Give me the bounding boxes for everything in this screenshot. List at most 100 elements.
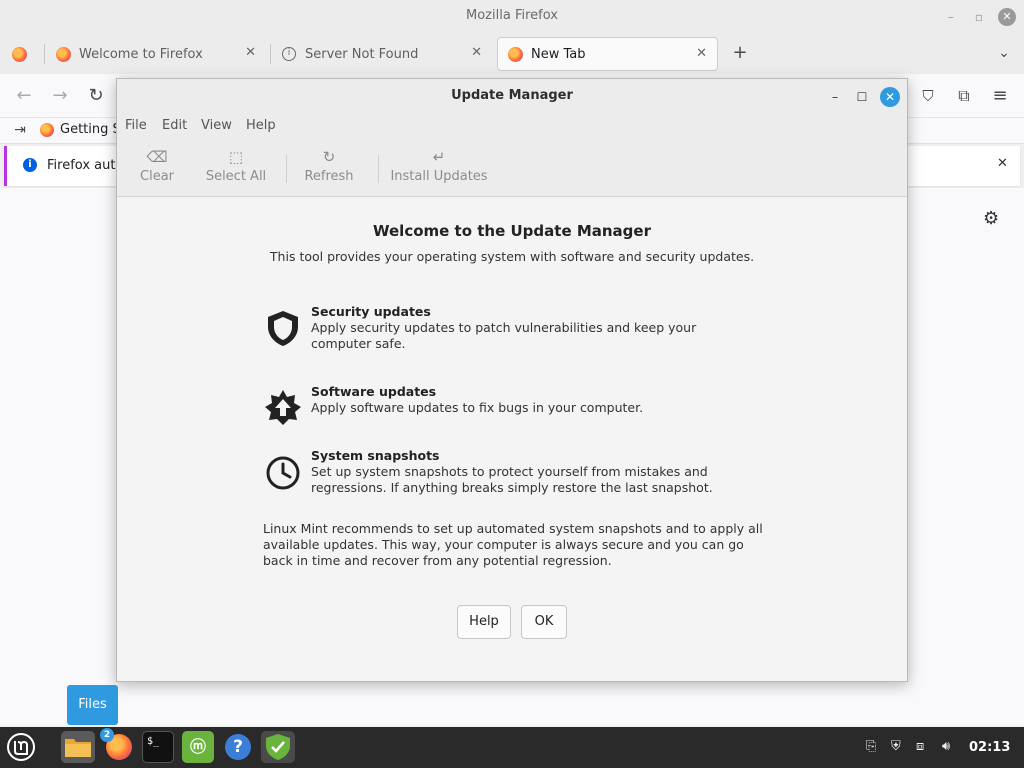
taskbar: 2 $_ ⓜ ? ⎘ ⛨ ⧈ 🔊︎ 02:13 — [0, 727, 1024, 768]
menu-edit[interactable]: Edit — [162, 118, 187, 133]
help-question-icon: ? — [225, 734, 251, 760]
mintinstall-app-button[interactable]: ⓜ — [182, 731, 214, 763]
tab-server-not-found[interactable]: i Server Not Found ✕ — [272, 37, 492, 71]
menu-help[interactable]: Help — [246, 118, 276, 133]
refresh-button[interactable]: ↻ Refresh — [299, 147, 359, 184]
refresh-icon: ↻ — [322, 148, 336, 166]
tab-label: Welcome to Firefox — [79, 46, 203, 62]
tab-label: New Tab — [531, 46, 586, 62]
tab-close-icon[interactable]: ✕ — [471, 45, 482, 60]
update-manager-title: Update Manager — [451, 88, 573, 103]
minimize-icon[interactable]: – — [825, 87, 845, 107]
update-shield-icon[interactable]: ⛨ — [891, 739, 901, 754]
info-icon: i — [282, 47, 296, 61]
feature-software-updates: Software updates Apply software updates … — [263, 384, 763, 425]
help-app-button[interactable]: ? — [222, 731, 254, 763]
tab-new-tab[interactable]: New Tab ✕ — [497, 37, 718, 71]
extensions-puzzle-icon[interactable]: ⧉ — [954, 86, 974, 106]
files-app-button[interactable] — [61, 731, 95, 763]
firefox-window-title: Mozilla Firefox — [466, 8, 558, 23]
feature-security-updates: Security updates Apply security updates … — [263, 304, 763, 354]
backspace-icon: ⌫ — [146, 148, 168, 166]
clear-button[interactable]: ⌫ Clear — [129, 147, 185, 184]
minimize-icon[interactable]: – — [942, 8, 960, 26]
reload-icon[interactable]: ↻ — [86, 86, 106, 106]
info-icon: i — [23, 158, 37, 172]
install-updates-label: Install Updates — [390, 169, 488, 184]
close-icon[interactable]: ✕ — [880, 87, 900, 107]
clipboard-alert-icon[interactable]: ⎘ — [866, 739, 876, 754]
firefox-logo-icon — [12, 46, 27, 62]
menu-view[interactable]: View — [201, 118, 232, 133]
software-manager-icon: ⓜ — [189, 737, 206, 756]
menu-file[interactable]: File — [125, 118, 147, 133]
tab-separator — [270, 44, 271, 64]
update-manager-body: Welcome to the Update Manager This tool … — [117, 198, 907, 681]
notification-close-icon[interactable]: ✕ — [997, 156, 1008, 171]
update-manager-header: Update Manager – ☐ ✕ File Edit View Help… — [117, 79, 907, 197]
mint-menu-button[interactable] — [5, 731, 37, 763]
clear-label: Clear — [140, 169, 174, 184]
feature-title: Security updates — [311, 304, 431, 319]
firefox-logo-icon — [40, 122, 54, 137]
terminal-app-button[interactable]: $_ — [142, 731, 174, 763]
shield-icon — [268, 311, 298, 346]
firefox-titlebar: Mozilla Firefox – ▫ ✕ — [0, 0, 1024, 34]
welcome-heading: Welcome to the Update Manager — [373, 222, 651, 240]
clock[interactable]: 02:13 — [969, 740, 1010, 755]
forward-arrow-icon[interactable]: → — [50, 86, 70, 106]
tab-close-icon[interactable]: ✕ — [696, 46, 707, 61]
firefox-logo-icon — [508, 46, 523, 62]
help-button[interactable]: Help — [457, 605, 511, 639]
back-arrow-icon[interactable]: ← — [14, 86, 34, 106]
tab-separator — [44, 44, 45, 64]
maximize-icon[interactable]: ▫ — [970, 8, 988, 26]
notification-badge: 2 — [100, 728, 114, 742]
hamburger-menu-icon[interactable]: ≡ — [990, 86, 1010, 106]
return-arrow-icon: ↵ — [432, 148, 446, 166]
tab-welcome[interactable]: Welcome to Firefox ✕ — [46, 37, 266, 71]
update-manager-app-button[interactable] — [261, 731, 295, 763]
feature-description: Apply security updates to patch vulnerab… — [311, 320, 697, 351]
import-bookmarks-icon[interactable]: ⇥ — [10, 120, 30, 140]
feature-description: Set up system snapshots to protect yours… — [311, 464, 713, 495]
terminal-icon: $_ — [147, 736, 160, 747]
toolbar-separator — [378, 155, 379, 183]
firefox-view-button[interactable] — [2, 37, 38, 71]
network-icon[interactable]: ⧈ — [916, 739, 924, 754]
recommendation-text: Linux Mint recommends to set up automate… — [263, 521, 763, 568]
shield-check-icon — [266, 734, 290, 760]
firefox-app-button[interactable]: 2 — [100, 728, 134, 763]
firefox-logo-icon — [56, 46, 71, 62]
select-all-button[interactable]: ⬚ Select All — [201, 147, 271, 184]
ok-button[interactable]: OK — [521, 605, 567, 639]
install-updates-button[interactable]: ↵ Install Updates — [389, 147, 489, 184]
gear-icon[interactable]: ⚙ — [983, 208, 999, 229]
bookmark-getting-started[interactable]: Getting S — [40, 122, 121, 137]
bookmark-label: Getting S — [60, 122, 121, 137]
notification-text: Firefox auto — [47, 158, 124, 173]
tab-close-icon[interactable]: ✕ — [245, 45, 256, 60]
new-tab-plus-icon[interactable]: + — [730, 43, 750, 63]
update-manager-window: Update Manager – ☐ ✕ File Edit View Help… — [116, 78, 908, 682]
firefox-tab-bar: Welcome to Firefox ✕ i Server Not Found … — [0, 34, 1024, 74]
files-tooltip: Files — [67, 685, 118, 725]
linux-mint-logo-icon — [7, 733, 35, 761]
clock-icon — [266, 456, 300, 490]
pocket-icon[interactable]: ⛉ — [918, 86, 938, 106]
feature-title: Software updates — [311, 384, 437, 399]
volume-icon[interactable]: 🔊︎ — [942, 739, 950, 754]
select-all-label: Select All — [205, 169, 267, 184]
toolbar-separator — [286, 155, 287, 183]
maximize-icon[interactable]: ☐ — [852, 87, 872, 107]
tab-label: Server Not Found — [305, 46, 419, 62]
feature-description: Apply software updates to fix bugs in yo… — [311, 400, 644, 415]
upgrade-star-icon — [265, 390, 301, 425]
welcome-subtitle: This tool provides your operating system… — [269, 249, 755, 264]
refresh-label: Refresh — [304, 169, 354, 184]
select-all-icon: ⬚ — [228, 148, 244, 166]
folder-icon — [65, 739, 91, 757]
list-tabs-chevron-icon[interactable]: ⌄ — [994, 43, 1014, 63]
close-icon[interactable]: ✕ — [998, 8, 1016, 26]
feature-title: System snapshots — [311, 448, 440, 463]
